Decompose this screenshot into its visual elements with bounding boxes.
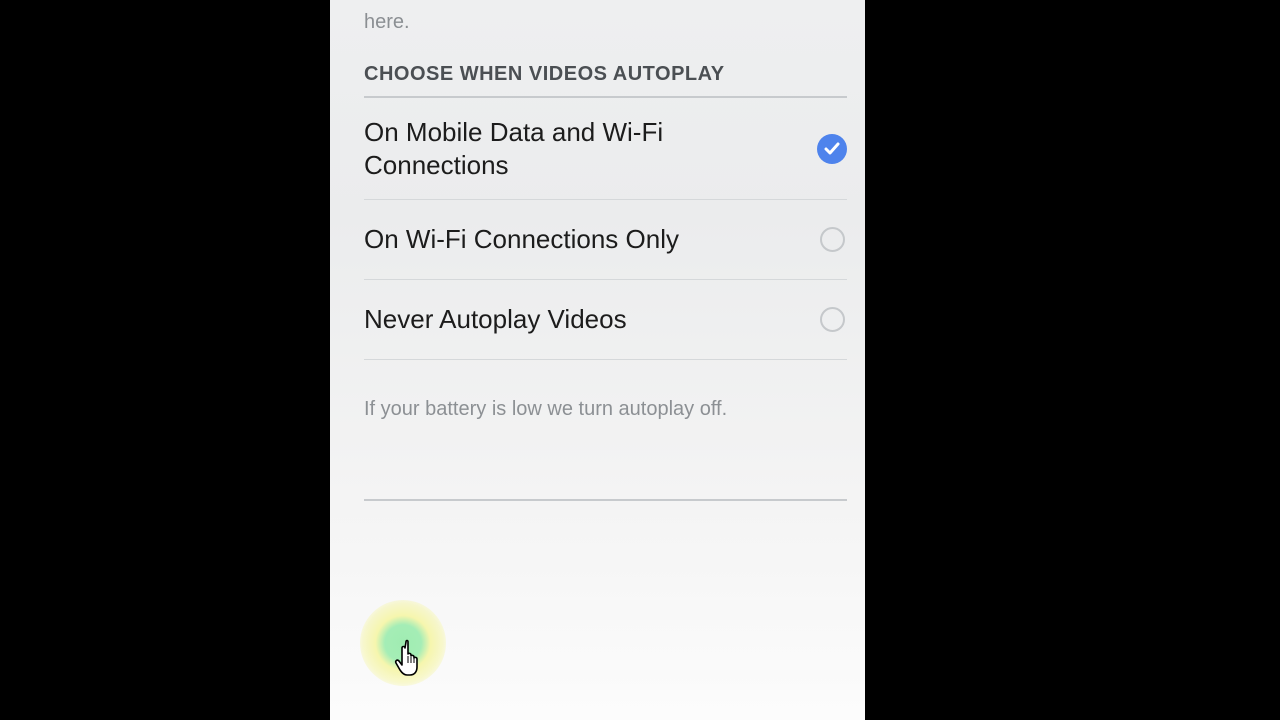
radio-empty-icon — [820, 307, 845, 332]
battery-footnote: If your battery is low we turn autoplay … — [364, 398, 847, 421]
option-label: Never Autoplay Videos — [364, 303, 817, 336]
section-divider — [364, 499, 847, 501]
option-never-autoplay[interactable]: Never Autoplay Videos — [364, 280, 847, 360]
radio-unselected[interactable] — [817, 305, 847, 335]
checkmark-icon — [817, 134, 847, 164]
option-label: On Mobile Data and Wi-Fi Connections — [364, 116, 817, 181]
intro-text-fragment: here. — [364, 10, 847, 35]
option-mobile-and-wifi[interactable]: On Mobile Data and Wi-Fi Connections — [364, 98, 847, 200]
option-label: On Wi-Fi Connections Only — [364, 223, 817, 256]
radio-empty-icon — [820, 227, 845, 252]
touch-indicator-icon — [360, 600, 446, 686]
radio-selected[interactable] — [817, 134, 847, 164]
radio-unselected[interactable] — [817, 225, 847, 255]
option-wifi-only[interactable]: On Wi-Fi Connections Only — [364, 200, 847, 280]
section-title-autoplay: CHOOSE WHEN VIDEOS AUTOPLAY — [364, 63, 847, 98]
